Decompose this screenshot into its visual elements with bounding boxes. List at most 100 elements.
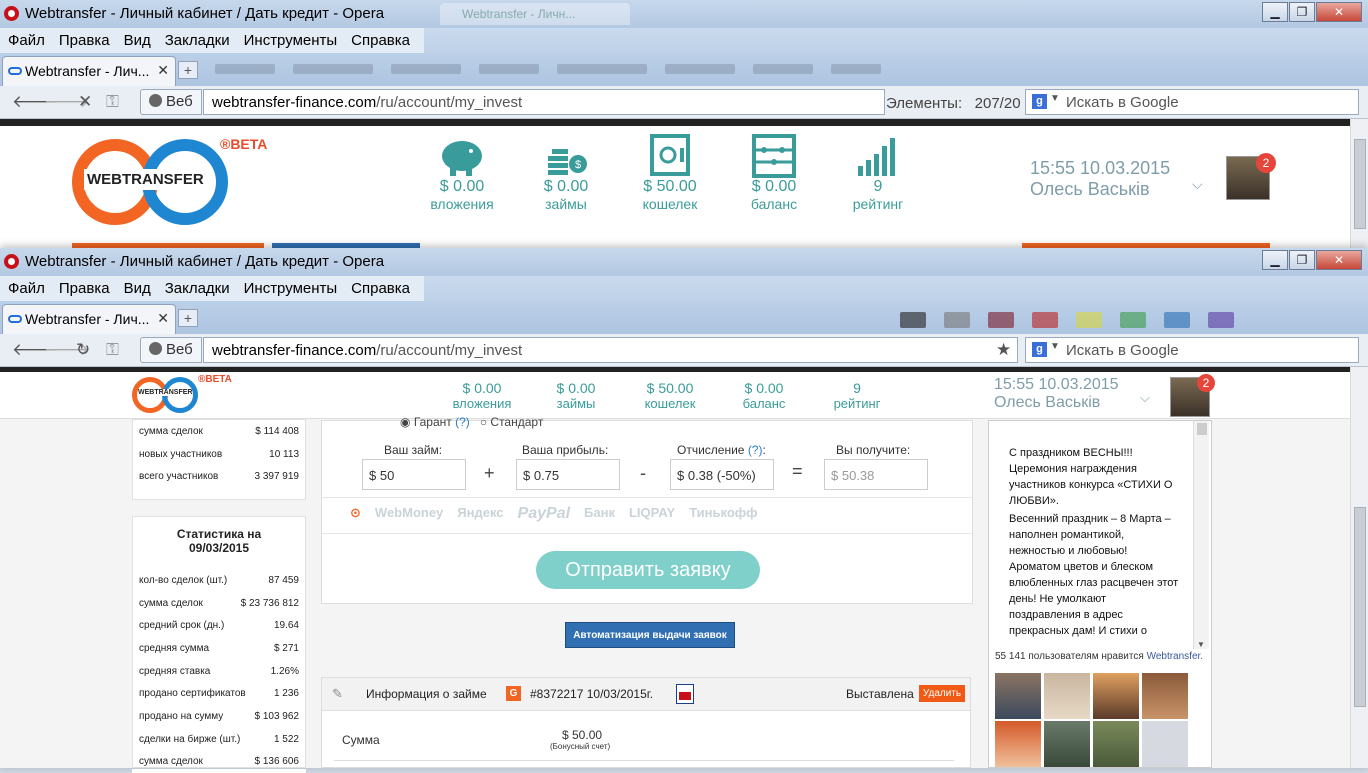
auto-issue-button[interactable]: Автоматизация выдачи заявок [565, 622, 735, 648]
fan-avatar[interactable] [1044, 721, 1090, 767]
bookmarks-blur [215, 59, 1335, 79]
webtransfer-logo[interactable]: WEBTRANSFER ®BETA [72, 139, 232, 225]
scrollbar[interactable] [1350, 119, 1368, 250]
web-button[interactable]: Веб [140, 89, 202, 115]
address-field[interactable]: webtransfer-finance.com/ru/account/my_in… [203, 89, 885, 115]
google-icon: g [1032, 342, 1047, 357]
close-tab-icon[interactable]: ✕ [157, 310, 169, 327]
tab-webtransfer[interactable]: Webtransfer - Лич... ✕ [2, 304, 176, 334]
google-icon: g [1032, 94, 1047, 109]
stop-icon[interactable]: ✕ [78, 92, 92, 112]
new-tab-button[interactable]: + [178, 309, 198, 327]
fan-avatar[interactable] [1044, 673, 1090, 719]
stat-rating[interactable]: 9 рейтинг [848, 134, 908, 212]
radio-garant[interactable]: ◉ [400, 415, 414, 429]
maximize-button[interactable]: ❐ [1289, 2, 1315, 22]
delete-button[interactable]: Удалить [919, 685, 965, 702]
stat-investments[interactable]: $ 0.00 вложения [426, 134, 498, 212]
background-tab[interactable]: Webtransfer - Личн... [440, 3, 630, 25]
paypal-logo[interactable]: PayPal [518, 505, 570, 523]
close-tab-icon[interactable]: ✕ [157, 62, 169, 79]
webtransfer-logo[interactable]: WEBTRANSFER ®BETA [132, 377, 204, 415]
pencil-icon[interactable]: ✎ [332, 686, 343, 702]
widget-scrollbar[interactable]: ▼ [1193, 421, 1209, 649]
liqpay-logo[interactable]: LIQPAY [629, 505, 675, 523]
rating-chart-icon [856, 134, 900, 178]
reload-icon[interactable]: ↻ [76, 340, 90, 360]
scrollbar[interactable] [1350, 367, 1368, 768]
menu-help[interactable]: Справка [347, 276, 414, 301]
menu-edit[interactable]: Правка [55, 28, 114, 53]
submit-request-button[interactable]: Отправить заявку [536, 551, 760, 589]
close-button[interactable]: ✕ [1316, 2, 1362, 22]
chevron-down-icon[interactable]: ⌵ [1140, 390, 1150, 406]
browser-window-back: Webtransfer - Личный кабинет / Дать кред… [0, 0, 1368, 250]
fan-avatar[interactable] [1093, 721, 1139, 767]
close-button[interactable]: ✕ [1316, 250, 1362, 270]
webmoney-logo[interactable]: WebMoney [375, 505, 443, 523]
coins-icon: $ [544, 134, 588, 178]
fee-input[interactable]: $ 0.38 (-50%) [670, 459, 774, 490]
loan-amount-input[interactable]: $ 50 [362, 459, 466, 490]
stat-loans[interactable]: $ 0.00займы [548, 380, 604, 411]
site-header: WEBTRANSFER ®BETA $ 0.00вложения $ 0.00з… [0, 372, 1350, 419]
yandex-logo[interactable]: Яндекс [457, 505, 503, 523]
radio-group: ◉ Гарант (?) ○ Стандарт [400, 415, 543, 429]
menu-edit[interactable]: Правка [55, 276, 114, 301]
fan-avatar[interactable] [1142, 673, 1188, 719]
chevron-down-icon[interactable]: ▼ [1050, 341, 1060, 352]
user-menu[interactable]: 15:55 10.03.2015 Олесь Васьків [994, 376, 1119, 412]
menu-bookmarks[interactable]: Закладки [161, 276, 234, 301]
stat-wallet[interactable]: $ 50.00кошелек [640, 380, 700, 411]
search-field[interactable]: g▼Искать в Google [1025, 337, 1359, 363]
tinkoff-logo[interactable]: Тинькофф [689, 505, 757, 523]
safe-icon [650, 134, 690, 178]
menu-bookmarks[interactable]: Закладки [161, 28, 234, 53]
fan-avatar[interactable] [995, 673, 1041, 719]
webtransfer-pay-icon[interactable]: ⊙ [350, 505, 361, 523]
menu-file[interactable]: Файл [4, 28, 49, 53]
svg-text:$: $ [575, 159, 581, 171]
chevron-down-icon[interactable]: ▼ [1050, 93, 1060, 104]
search-field[interactable]: g▼Искать в Google [1025, 89, 1359, 115]
bookmark-star-icon[interactable]: ★ [996, 340, 1011, 360]
notification-badge[interactable]: 2 [1256, 153, 1276, 173]
address-field[interactable]: webtransfer-finance.com/ru/account/my_in… [203, 337, 1018, 363]
new-tab-button[interactable]: + [178, 61, 198, 79]
tab-webtransfer[interactable]: Webtransfer - Лич... ✕ [2, 56, 176, 86]
menu-tools[interactable]: Инструменты [240, 28, 342, 53]
user-menu[interactable]: 15:55 10.03.2015 Олесь Васьків [1030, 158, 1170, 200]
stat-balance[interactable]: $ 0.00баланс [738, 380, 790, 411]
stat-wallet[interactable]: $ 50.00 кошелек [638, 134, 702, 212]
fan-avatar[interactable] [995, 721, 1041, 767]
stat-row: продано сертификатов1 236 [133, 682, 305, 705]
fan-thumbnails [995, 673, 1188, 767]
fan-avatar[interactable] [1093, 673, 1139, 719]
menu-file[interactable]: Файл [4, 276, 49, 301]
notification-badge[interactable]: 2 [1197, 374, 1215, 392]
chevron-down-icon[interactable]: ▼ [1197, 640, 1205, 649]
social-widget: С праздником ВЕСНЫ!!! Церемония награжде… [988, 420, 1212, 768]
stat-investments[interactable]: $ 0.00вложения [446, 380, 518, 411]
web-button[interactable]: Веб [140, 337, 202, 363]
elements-counter: Элементы: 207/20 [886, 95, 1021, 112]
fan-avatar-placeholder[interactable] [1142, 721, 1188, 767]
receive-input[interactable]: $ 50.38 [824, 459, 928, 490]
stat-balance[interactable]: $ 0.00 баланс [748, 134, 800, 212]
key-icon[interactable]: ⚿ [106, 340, 119, 360]
chevron-down-icon[interactable]: ⌵ [1192, 176, 1203, 193]
menu-view[interactable]: Вид [120, 276, 155, 301]
radio-standard[interactable]: ○ [480, 415, 491, 429]
minimize-button[interactable]: ▁ [1262, 250, 1288, 270]
key-icon[interactable]: ⚿ [106, 92, 119, 112]
pdf-icon[interactable] [676, 684, 694, 704]
menu-view[interactable]: Вид [120, 28, 155, 53]
bank-logo[interactable]: Банк [584, 505, 615, 523]
maximize-button[interactable]: ❐ [1289, 250, 1315, 270]
stat-rating[interactable]: 9рейтинг [828, 380, 886, 411]
minimize-button[interactable]: ▁ [1262, 2, 1288, 22]
menu-help[interactable]: Справка [347, 28, 414, 53]
menu-tools[interactable]: Инструменты [240, 276, 342, 301]
profit-input[interactable]: $ 0.75 [516, 459, 620, 490]
stat-loans[interactable]: $ $ 0.00 займы [540, 134, 592, 212]
